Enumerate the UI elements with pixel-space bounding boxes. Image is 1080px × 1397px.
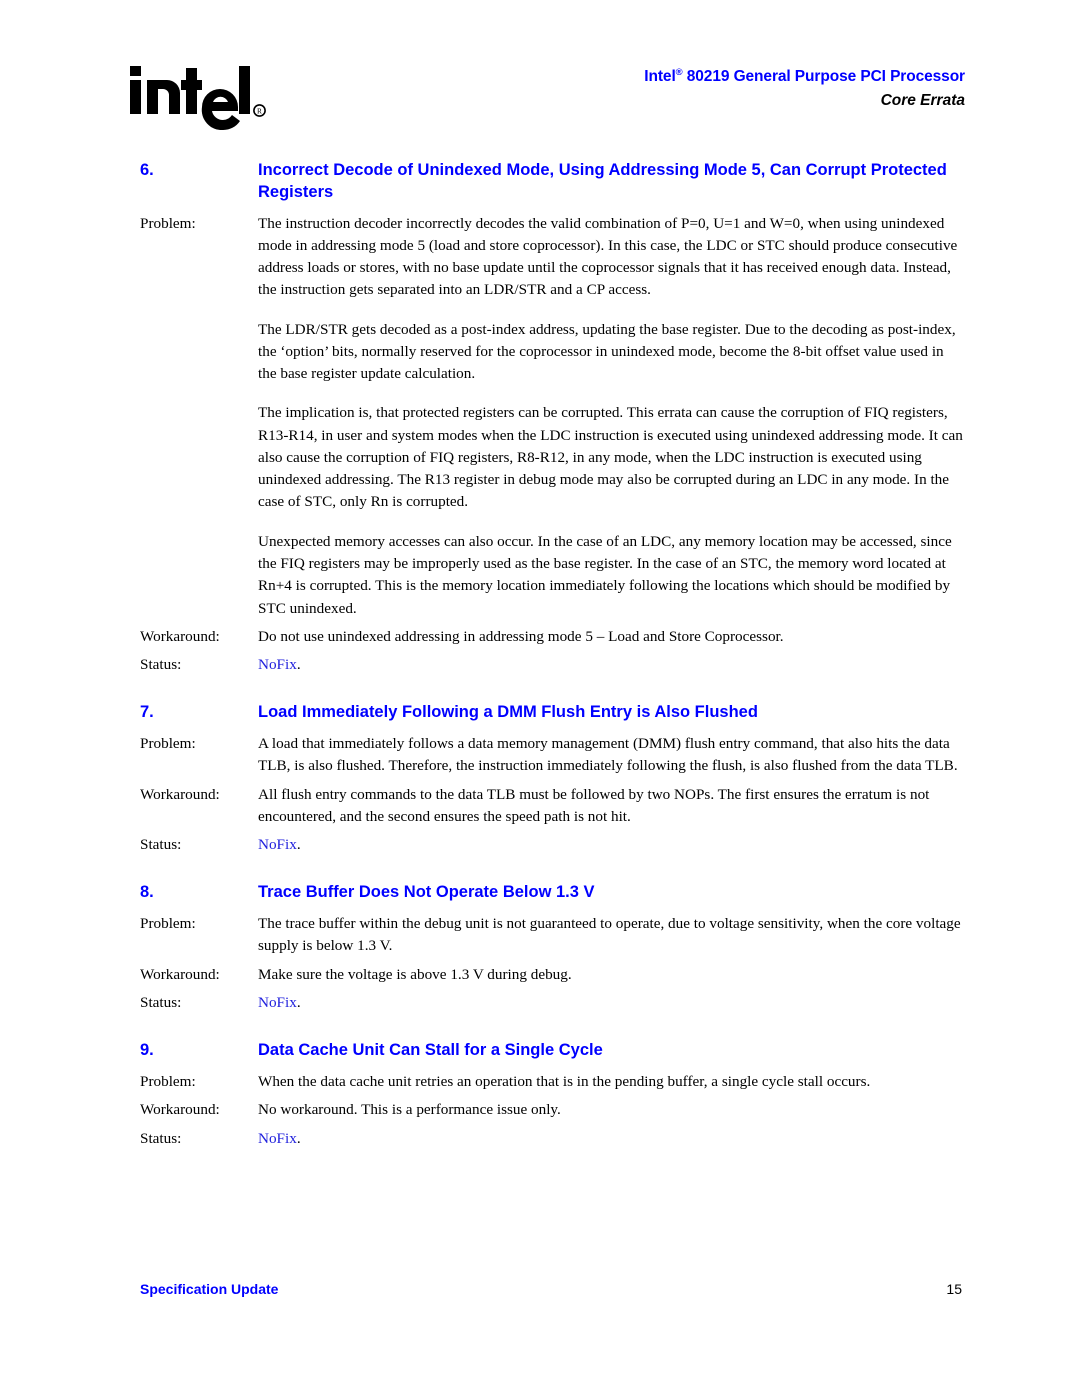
errata-content: 6. Incorrect Decode of Unindexed Mode, U… — [140, 160, 965, 1156]
page-header: R Intel® 80219 General Purpose PCI Proce… — [120, 56, 965, 152]
erratum-title-6: Incorrect Decode of Unindexed Mode, Usin… — [258, 161, 947, 201]
workaround-row-6: Workaround: Do not use unindexed address… — [140, 626, 965, 648]
workaround-label: Workaround: — [140, 1101, 220, 1119]
erratum-item-6: 6. Incorrect Decode of Unindexed Mode, U… — [140, 160, 965, 676]
status-row-6: Status: NoFix. — [140, 654, 965, 676]
erratum-number-9: 9. — [140, 1041, 154, 1060]
problem-row-9: Problem: When the data cache unit retrie… — [140, 1071, 965, 1093]
problem-row-6: Problem: The instruction decoder incorre… — [140, 213, 965, 620]
workaround-body-7: All flush entry commands to the data TLB… — [258, 785, 930, 825]
workaround-row-9: Workaround: No workaround. This is a per… — [140, 1099, 965, 1121]
erratum-heading-9: 9. Data Cache Unit Can Stall for a Singl… — [140, 1040, 965, 1062]
intel-logo: R — [128, 60, 268, 134]
page-footer: Specification Update 15 — [140, 1281, 962, 1297]
status-label: Status: — [140, 1129, 182, 1147]
workaround-label: Workaround: — [140, 627, 220, 645]
problem-paragraph: When the data cache unit retries an oper… — [258, 1073, 871, 1090]
footer-document-title: Specification Update — [140, 1281, 279, 1297]
status-badge: NoFix — [258, 1129, 297, 1147]
problem-row-7: Problem: A load that immediately follows… — [140, 733, 965, 778]
problem-row-8: Problem: The trace buffer within the deb… — [140, 913, 965, 958]
status-badge: NoFix — [258, 836, 297, 854]
problem-body-6: The instruction decoder incorrectly deco… — [258, 213, 965, 620]
document-page: R Intel® 80219 General Purpose PCI Proce… — [0, 0, 1080, 1397]
status-body-9: NoFix. — [258, 1128, 965, 1150]
erratum-number-8: 8. — [140, 883, 154, 902]
erratum-title-9: Data Cache Unit Can Stall for a Single C… — [258, 1041, 603, 1060]
status-row-9: Status: NoFix. — [140, 1128, 965, 1150]
workaround-label: Workaround: — [140, 785, 220, 803]
status-badge: NoFix — [258, 993, 297, 1011]
erratum-heading-6: 6. Incorrect Decode of Unindexed Mode, U… — [140, 160, 965, 204]
status-label: Status: — [140, 993, 182, 1011]
erratum-heading-8: 8. Trace Buffer Does Not Operate Below 1… — [140, 882, 965, 904]
svg-text:R: R — [257, 107, 262, 116]
erratum-title-7: Load Immediately Following a DMM Flush E… — [258, 703, 758, 722]
erratum-item-9: 9. Data Cache Unit Can Stall for a Singl… — [140, 1040, 965, 1150]
erratum-number-7: 7. — [140, 703, 154, 722]
problem-paragraph: The LDR/STR gets decoded as a post-index… — [258, 320, 956, 383]
status-period: . — [296, 656, 301, 674]
page-number: 15 — [946, 1281, 962, 1297]
status-body-6: NoFix. — [258, 654, 965, 676]
header-subtitle: Core Errata — [880, 92, 965, 109]
erratum-heading-7: 7. Load Immediately Following a DMM Flus… — [140, 702, 965, 724]
status-body-7: NoFix. — [258, 834, 965, 856]
header-title: Intel® 80219 General Purpose PCI Process… — [644, 66, 965, 88]
workaround-body-9: No workaround. This is a performance iss… — [258, 1101, 561, 1119]
erratum-item-7: 7. Load Immediately Following a DMM Flus… — [140, 702, 965, 856]
status-period: . — [296, 1129, 301, 1147]
status-body-8: NoFix. — [258, 992, 965, 1014]
erratum-title-8: Trace Buffer Does Not Operate Below 1.3 … — [258, 883, 595, 902]
problem-body-9: When the data cache unit retries an oper… — [258, 1071, 965, 1093]
status-label: Status: — [140, 836, 182, 854]
problem-label: Problem: — [140, 1073, 196, 1090]
problem-paragraph: The instruction decoder incorrectly deco… — [258, 214, 958, 299]
problem-body-7: A load that immediately follows a data m… — [258, 733, 965, 778]
status-badge: NoFix — [258, 656, 297, 674]
status-period: . — [296, 993, 301, 1011]
problem-paragraph: A load that immediately follows a data m… — [258, 735, 958, 775]
status-row-7: Status: NoFix. — [140, 834, 965, 856]
status-label: Status: — [140, 656, 182, 674]
problem-paragraph: The implication is, that protected regis… — [258, 404, 963, 511]
problem-label: Problem: — [140, 735, 196, 753]
problem-paragraph: The trace buffer within the debug unit i… — [258, 915, 961, 955]
registered-icon: ® — [675, 66, 683, 78]
problem-label: Problem: — [140, 214, 196, 232]
erratum-number-6: 6. — [140, 161, 154, 179]
header-title-rest: 80219 General Purpose PCI Processor — [682, 68, 965, 85]
workaround-body-8: Make sure the voltage is above 1.3 V dur… — [258, 965, 572, 983]
workaround-row-7: Workaround: All flush entry commands to … — [140, 784, 965, 829]
problem-label: Problem: — [140, 915, 196, 933]
problem-paragraph: Unexpected memory accesses can also occu… — [258, 532, 952, 617]
header-title-main: Intel — [644, 68, 676, 85]
workaround-row-8: Workaround: Make sure the voltage is abo… — [140, 964, 965, 986]
status-row-8: Status: NoFix. — [140, 992, 965, 1014]
status-period: . — [296, 836, 301, 854]
workaround-body-6: Do not use unindexed addressing in addre… — [258, 627, 784, 645]
erratum-item-8: 8. Trace Buffer Does Not Operate Below 1… — [140, 882, 965, 1014]
workaround-label: Workaround: — [140, 965, 220, 983]
problem-body-8: The trace buffer within the debug unit i… — [258, 913, 965, 958]
header-text-block: Intel® 80219 General Purpose PCI Process… — [644, 66, 965, 112]
